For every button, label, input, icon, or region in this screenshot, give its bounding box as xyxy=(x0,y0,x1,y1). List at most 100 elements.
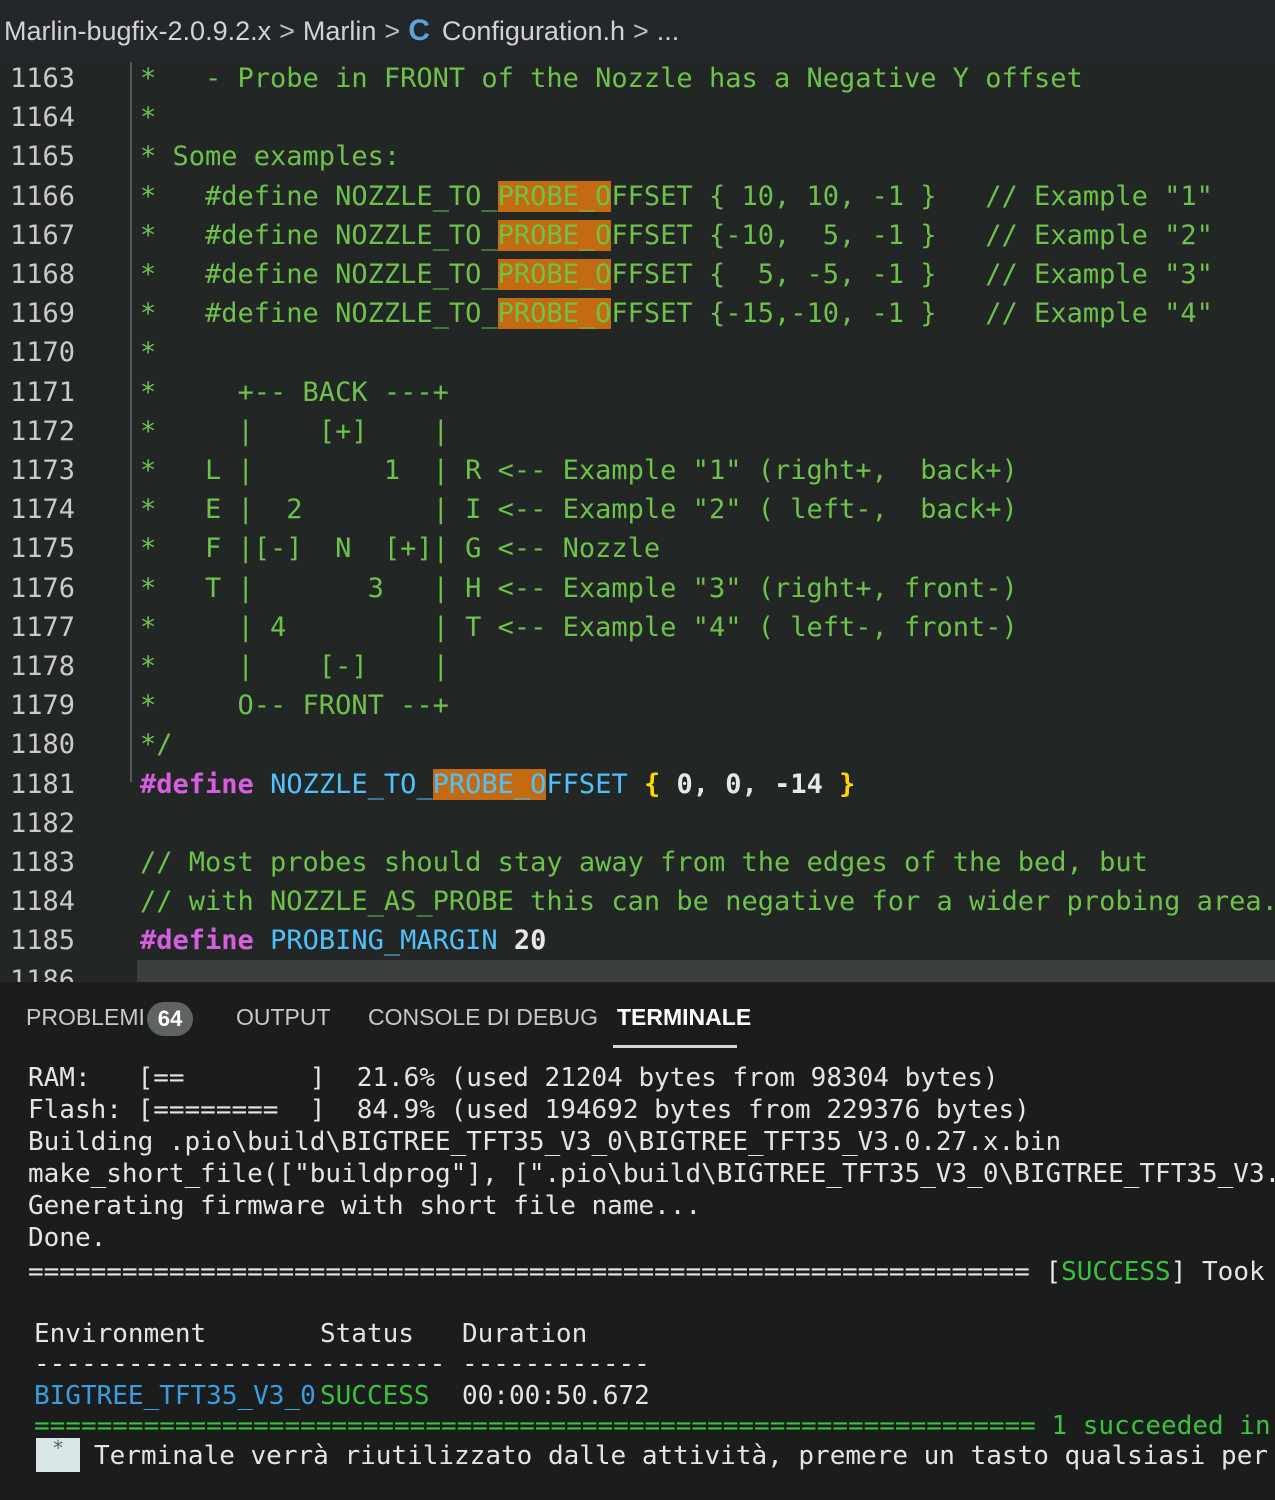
line-number: 1177 xyxy=(10,611,76,643)
took-text: ] Took 50.67 seconds xyxy=(1170,1257,1265,1287)
breadcrumb-item-symbol[interactable]: ... xyxy=(657,16,680,47)
env-duration: 00:00:50.672 xyxy=(462,1381,650,1411)
comment-text: * xyxy=(140,337,157,369)
search-highlight: PROBE_O xyxy=(497,298,612,330)
line-number: 1185 xyxy=(10,925,76,957)
code-text: // Most probes should stay away from the… xyxy=(140,843,1148,883)
line-number: 1170 xyxy=(10,337,76,369)
comment-text: FFSET { 10, 10, -1 } // Example "1" xyxy=(611,180,1213,212)
code-editor[interactable]: 1163 * - Probe in FRONT of the Nozzle has… xyxy=(0,62,1275,982)
code-text: * | 4 | T <-- Example "4" ( left-, front… xyxy=(140,608,1018,648)
code-line[interactable]: 1179 * O-- FRONT --+ xyxy=(0,686,1275,726)
tab-problems[interactable]: PROBLEMI xyxy=(26,1004,145,1031)
comment-text: * - Probe in FRONT of the Nozzle has a N… xyxy=(140,63,1083,94)
terminal-reuse-message: Terminale verrà riutilizzato dalle attiv… xyxy=(94,1441,1275,1471)
code-line[interactable]: 1167 * #define NOZZLE_TO_PROBE_OFFSET {-1… xyxy=(0,216,1275,256)
problems-count-badge: 64 xyxy=(147,1002,193,1036)
define-keyword: #define xyxy=(140,925,254,957)
code-line[interactable]: 1176 * T | 3 | H <-- Example "3" (right+,… xyxy=(0,569,1275,609)
comment-text: * L | 1 | R <-- Example "1" (right+, bac… xyxy=(140,455,1018,486)
line-number: 1163 xyxy=(10,63,76,94)
terminal-flash-line: Flash: [======== ] 84.9% (used 194692 by… xyxy=(28,1095,1030,1125)
brace: } xyxy=(839,768,856,800)
code-text: * O-- FRONT --+ xyxy=(140,686,449,726)
code-text: * E | 2 | I <-- Example "2" ( left-, bac… xyxy=(140,490,1018,530)
code-line[interactable]: 1164 * xyxy=(0,98,1275,138)
breadcrumb: Marlin-bugfix-2.0.9.2.x > Marlin > C Con… xyxy=(0,0,1275,62)
tab-terminal[interactable]: TERMINALE xyxy=(617,1004,751,1031)
horizontal-scrollbar[interactable] xyxy=(137,960,1275,982)
code-line[interactable]: 1168 * #define NOZZLE_TO_PROBE_OFFSET { 5… xyxy=(0,255,1275,295)
line-number: 1169 xyxy=(10,298,76,330)
code-line[interactable]: 1163 * - Probe in FRONT of the Nozzle has… xyxy=(0,62,1275,99)
comment-text: * | [+] | xyxy=(140,415,449,447)
search-highlight: PROBE_O xyxy=(497,259,612,290)
chevron-right-icon: > xyxy=(384,15,401,46)
code-line[interactable]: 1178 * | [-] | xyxy=(0,647,1275,687)
comment-text: FFSET {-15,-10, -1 } // Example "4" xyxy=(611,298,1213,330)
terminal-generating-line: Generating firmware with short file name… xyxy=(28,1191,702,1221)
code-line[interactable]: 1169 * #define NOZZLE_TO_PROBE_OFFSET {-1… xyxy=(0,294,1275,334)
code-line[interactable]: 1173 * L | 1 | R <-- Example "1" (right+,… xyxy=(0,451,1275,491)
col-header-status: Status xyxy=(320,1319,414,1349)
comment-text: * +-- BACK ---+ xyxy=(140,376,449,408)
code-text: * +-- BACK ---+ xyxy=(140,373,449,413)
comment-text: * #define NOZZLE_TO_ xyxy=(140,298,498,330)
code-line[interactable]: 1172 * | [+] | xyxy=(0,412,1275,452)
terminal-success-line: ========================================… xyxy=(28,1256,1275,1288)
code-line[interactable]: 1184 // with NOZZLE_AS_PROBE this can be … xyxy=(0,882,1275,922)
comment-text: * T | 3 | H <-- Example "3" (right+, fro… xyxy=(140,572,1018,604)
comment-text: */ xyxy=(140,729,173,761)
code-line[interactable]: 1185 #define PROBING_MARGIN 20 xyxy=(0,921,1275,961)
line-number: 1165 xyxy=(10,141,76,173)
macro-name: NOZZLE_TO_ xyxy=(270,768,433,800)
success-label: SUCCESS xyxy=(1061,1257,1171,1287)
code-text: * | [+] | xyxy=(140,412,449,452)
comment-text: * | [-] | xyxy=(140,651,449,682)
code-text: * #define NOZZLE_TO_PROBE_OFFSET { 5, -5… xyxy=(140,255,1213,295)
code-line[interactable]: 1180 */ xyxy=(0,725,1275,765)
code-line[interactable]: 1165 * Some examples: xyxy=(0,137,1275,177)
tab-output[interactable]: OUTPUT xyxy=(236,1004,331,1031)
code-text: * xyxy=(140,98,156,138)
code-line[interactable]: 1181 #define NOZZLE_TO_PROBE_OFFSET { 0, … xyxy=(0,765,1275,805)
value: 20 xyxy=(513,925,547,957)
code-line[interactable]: 1183 // Most probes should stay away from… xyxy=(0,843,1275,883)
code-text: #define NOZZLE_TO_PROBE_OFFSET { 0, 0, -… xyxy=(140,765,855,805)
line-number: 1183 xyxy=(10,847,76,878)
code-line[interactable]: 1170 * xyxy=(0,333,1275,373)
line-number: 1168 xyxy=(10,259,76,290)
tab-debug-console[interactable]: CONSOLE DI DEBUG xyxy=(368,1004,598,1031)
brace: { xyxy=(643,768,661,800)
code-line[interactable]: 1182 xyxy=(0,804,1275,844)
active-tab-indicator xyxy=(613,1045,737,1048)
code-line[interactable]: 1166 * #define NOZZLE_TO_PROBE_OFFSET { 1… xyxy=(0,177,1275,217)
value: -14 xyxy=(774,768,823,800)
line-number: 1171 xyxy=(10,376,76,408)
terminal-ram-line: RAM: [== ] 21.6% (used 21204 bytes from … xyxy=(28,1063,999,1093)
comment-text: * #define NOZZLE_TO_ xyxy=(140,219,498,251)
code-line[interactable]: 1177 * | 4 | T <-- Example "4" ( left-, f… xyxy=(0,608,1275,648)
code-line[interactable]: 1174 * E | 2 | I <-- Example "2" ( left-,… xyxy=(0,490,1275,530)
code-text: * F |[-] N [+]| G <-- Nozzle xyxy=(140,529,660,569)
col-header-environment: Environment xyxy=(34,1319,207,1349)
breadcrumb-item-project[interactable]: Marlin-bugfix-2.0.9.2.x xyxy=(4,16,271,47)
panel-tabs: PROBLEMI 64 OUTPUT CONSOLE DI DEBUG TERM… xyxy=(0,982,1275,1052)
code-line[interactable]: 1171 * +-- BACK ---+ xyxy=(0,373,1275,413)
comment-text: // with NOZZLE_AS_PROBE this can be nega… xyxy=(140,886,1275,918)
value: 0, xyxy=(676,768,710,800)
comment-text: * Some examples: xyxy=(140,141,401,173)
code-text: * #define NOZZLE_TO_PROBE_OFFSET { 10, 1… xyxy=(140,177,1213,217)
code-line[interactable]: 1175 * F |[-] N [+]| G <-- Nozzle xyxy=(0,529,1275,569)
breadcrumb-item-folder[interactable]: Marlin xyxy=(303,16,377,47)
code-text: * #define NOZZLE_TO_PROBE_OFFSET {-10, 5… xyxy=(140,216,1213,256)
comment-text: * xyxy=(140,102,157,134)
comment-text: FFSET { 5, -5, -1 } // Example "3" xyxy=(611,259,1213,290)
search-highlight: PROBE_O xyxy=(497,219,612,251)
line-number: 1173 xyxy=(10,455,76,486)
line-number: 1180 xyxy=(10,729,76,761)
search-highlight: PROBE_O xyxy=(497,180,612,212)
line-number: 1174 xyxy=(10,494,76,526)
breadcrumb-item-file[interactable]: Configuration.h xyxy=(442,16,625,47)
code-text: * L | 1 | R <-- Example "1" (right+, bac… xyxy=(140,451,1018,491)
